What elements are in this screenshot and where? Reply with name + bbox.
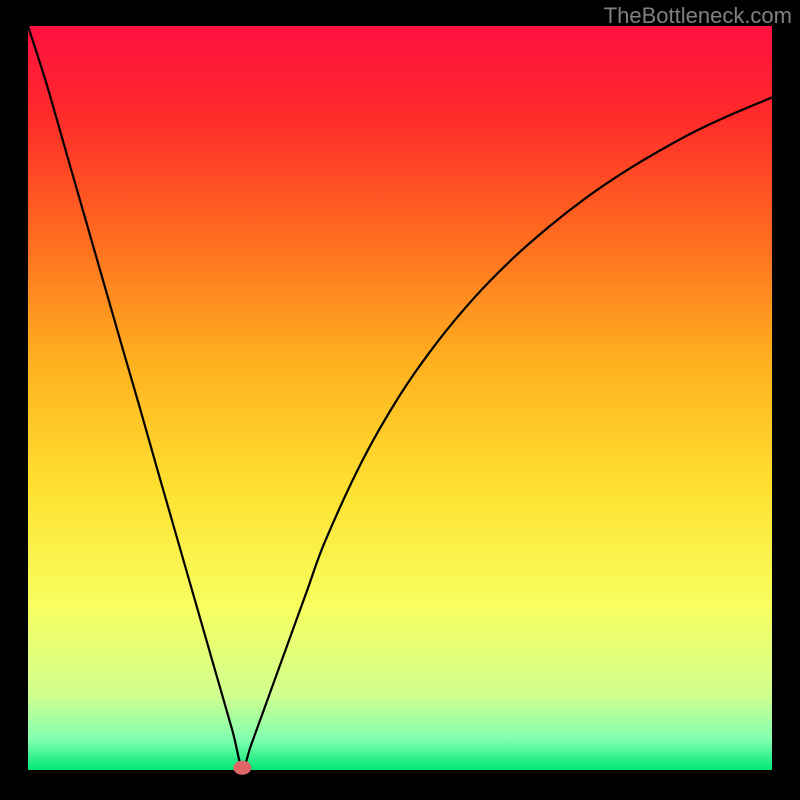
plot-area <box>28 26 772 770</box>
bottleneck-chart <box>0 0 800 800</box>
chart-container: TheBottleneck.com <box>0 0 800 800</box>
watermark-text: TheBottleneck.com <box>604 3 792 29</box>
optimal-marker <box>233 761 251 775</box>
